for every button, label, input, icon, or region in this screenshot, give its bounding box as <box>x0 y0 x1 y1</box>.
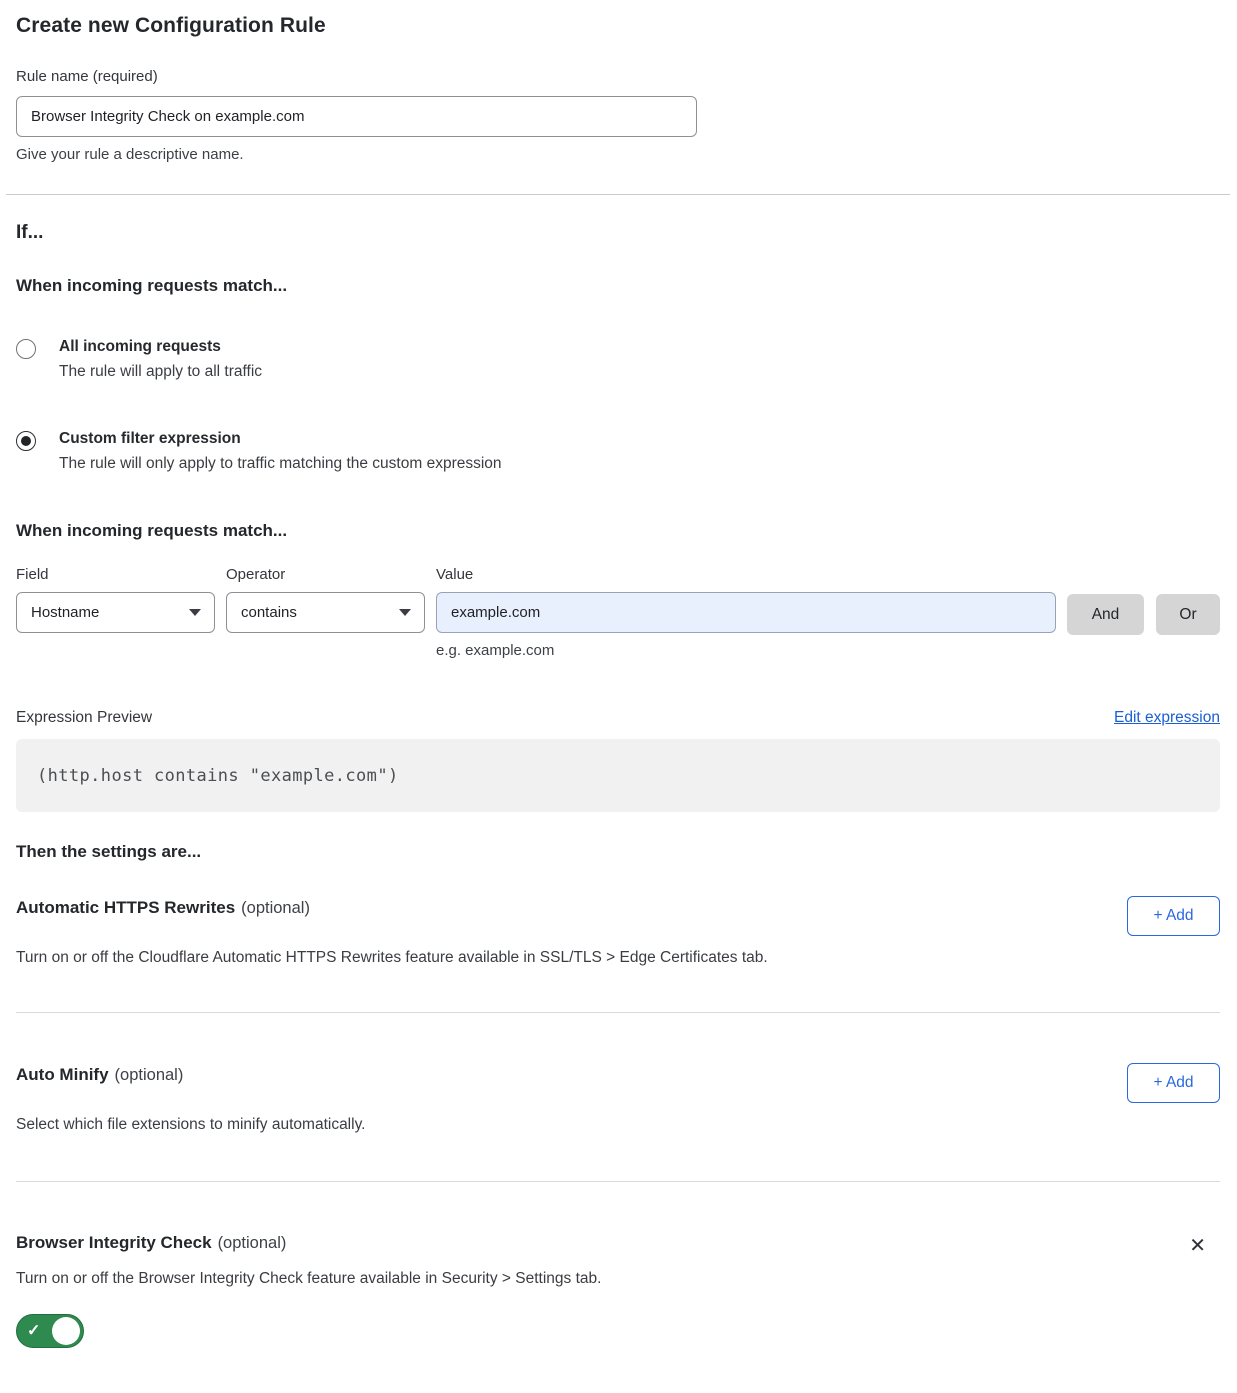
browser-integrity-check-toggle[interactable]: ✓ <box>16 1314 84 1348</box>
rule-name-group: Rule name (required) Give your rule a de… <box>16 68 1220 163</box>
and-button[interactable]: And <box>1067 594 1144 635</box>
radio-label[interactable]: Custom filter expression <box>59 430 502 448</box>
add-automatic-https-rewrites-button[interactable]: + Add <box>1127 896 1220 936</box>
field-select[interactable]: Hostname <box>16 592 215 633</box>
setting-section-browser-integrity-check: Browser Integrity Check (optional) ✕ Turn… <box>16 1233 1220 1353</box>
expression-preview-code: (http.host contains "example.com") <box>16 739 1220 812</box>
radio-description: The rule will apply to all traffic <box>59 363 262 381</box>
builder-heading: When incoming requests match... <box>16 521 1220 541</box>
setting-description: Turn on or off the Browser Integrity Che… <box>16 1270 996 1288</box>
match-heading: When incoming requests match... <box>16 276 1220 296</box>
rule-name-helper: Give your rule a descriptive name. <box>16 146 1220 163</box>
operator-select-value: contains <box>241 604 297 621</box>
then-heading: Then the settings are... <box>16 842 1220 862</box>
setting-section-automatic-https-rewrites: Automatic HTTPS Rewrites (optional) + Add… <box>16 898 1220 967</box>
setting-title: Auto Minify <box>16 1065 109 1084</box>
field-label: Field <box>16 566 215 583</box>
expression-builder-row: Field Hostname Operator contains Value e… <box>16 566 1220 659</box>
chevron-down-icon <box>189 609 201 616</box>
setting-title: Automatic HTTPS Rewrites <box>16 898 235 917</box>
rule-name-input[interactable] <box>16 96 697 137</box>
section-divider <box>6 194 1230 195</box>
radio-all-incoming[interactable] <box>16 339 36 359</box>
setting-optional-label: (optional) <box>241 899 310 917</box>
page-title: Create new Configuration Rule <box>16 14 1220 38</box>
check-icon: ✓ <box>27 1321 40 1341</box>
radio-custom-filter[interactable] <box>16 431 36 451</box>
radio-option-all-incoming[interactable]: All incoming requests The rule will appl… <box>16 338 1220 381</box>
value-helper: e.g. example.com <box>436 642 1056 659</box>
value-input[interactable] <box>436 592 1056 633</box>
close-icon[interactable]: ✕ <box>1183 1233 1212 1257</box>
setting-section-auto-minify: Auto Minify (optional) + Add Select which… <box>16 1065 1220 1134</box>
setting-divider <box>16 1181 1220 1182</box>
edit-expression-link[interactable]: Edit expression <box>1114 709 1220 727</box>
add-auto-minify-button[interactable]: + Add <box>1127 1063 1220 1103</box>
setting-description: Select which file extensions to minify a… <box>16 1116 996 1134</box>
value-label: Value <box>436 566 1056 583</box>
or-button[interactable]: Or <box>1156 594 1220 635</box>
radio-description: The rule will only apply to traffic matc… <box>59 455 502 473</box>
toggle-knob[interactable] <box>52 1317 80 1345</box>
field-select-value: Hostname <box>31 604 99 621</box>
radio-option-custom-filter[interactable]: Custom filter expression The rule will o… <box>16 430 1220 473</box>
radio-label[interactable]: All incoming requests <box>59 338 262 356</box>
setting-optional-label: (optional) <box>218 1234 287 1252</box>
setting-optional-label: (optional) <box>115 1066 184 1084</box>
chevron-down-icon <box>399 609 411 616</box>
setting-description: Turn on or off the Cloudflare Automatic … <box>16 949 996 967</box>
setting-title: Browser Integrity Check <box>16 1233 212 1252</box>
operator-label: Operator <box>226 566 425 583</box>
rule-name-label: Rule name (required) <box>16 68 158 85</box>
expression-preview-label: Expression Preview <box>16 709 152 727</box>
setting-divider <box>16 1012 1220 1013</box>
operator-select[interactable]: contains <box>226 592 425 633</box>
if-heading: If... <box>16 222 1220 244</box>
